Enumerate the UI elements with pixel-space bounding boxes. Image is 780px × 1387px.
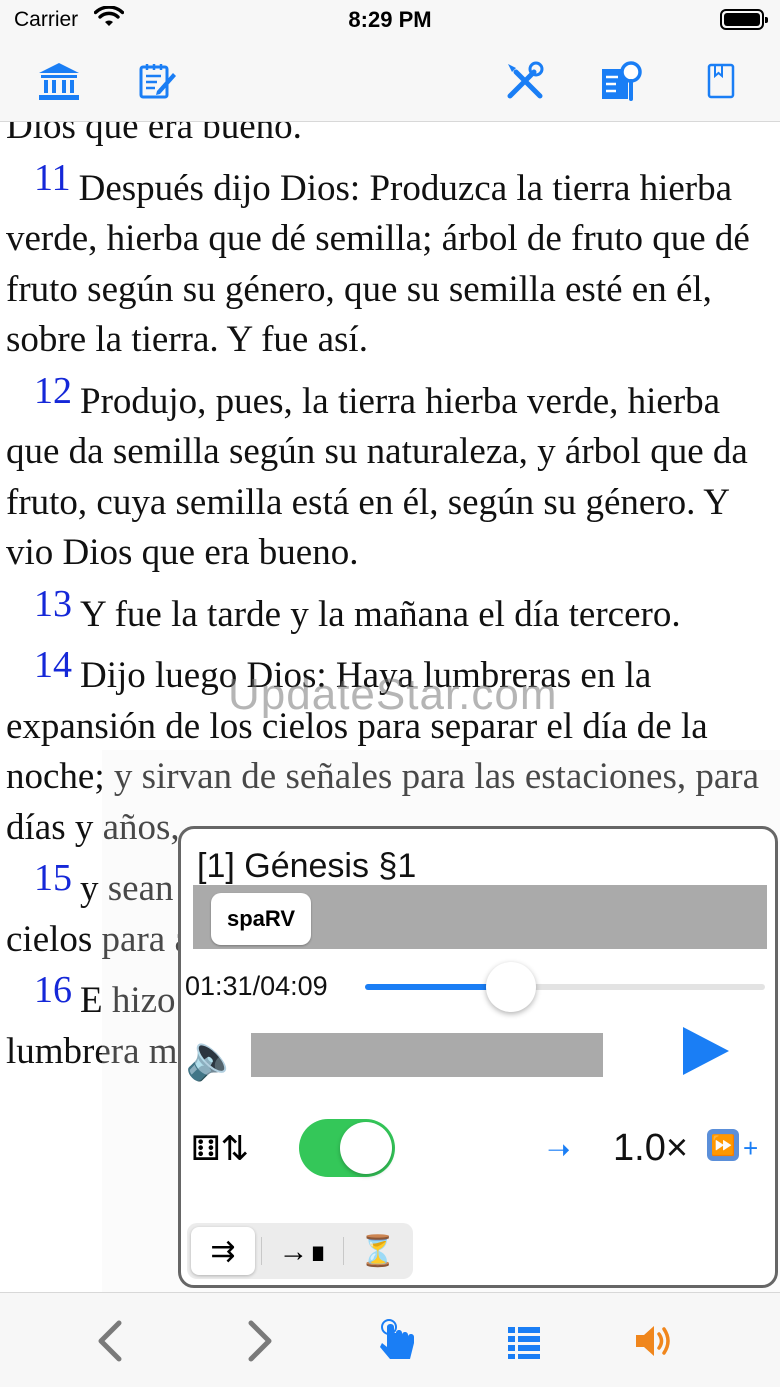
playback-time: 01:31/04:09 bbox=[185, 971, 328, 1001]
segment-divider bbox=[261, 1237, 262, 1265]
top-toolbar bbox=[0, 40, 780, 122]
search-icon[interactable] bbox=[598, 58, 644, 104]
speed-value: 1.0× bbox=[613, 1127, 689, 1169]
verse-number[interactable]: 12 bbox=[34, 370, 72, 412]
verse-item: Dios que era bueno. bbox=[6, 122, 778, 153]
mode-continuous[interactable]: ⇉ bbox=[191, 1227, 255, 1275]
verse-item: 11 Después dijo Dios: Produzca la tierra … bbox=[6, 157, 778, 366]
verse-text: Después dijo Dios: Produzca la tierra hi… bbox=[6, 167, 750, 361]
clock: 8:29 PM bbox=[348, 7, 432, 32]
version-bar: spaRV bbox=[193, 885, 767, 949]
mode-segmented-control: ⇉ →∎ ⏳ bbox=[187, 1223, 413, 1279]
segment-divider bbox=[343, 1237, 344, 1265]
verse-item: 13 Y fue la tarde y la mañana el día terc… bbox=[6, 583, 778, 641]
verse-item: 12 Produjo, pues, la tierra hierba verde,… bbox=[6, 370, 778, 579]
version-button[interactable]: spaRV bbox=[211, 893, 312, 945]
verse-number[interactable]: 14 bbox=[34, 644, 72, 686]
player-title: [1] Génesis §1 bbox=[197, 847, 417, 885]
mode-stop-at-end[interactable]: →∎ bbox=[267, 1227, 339, 1275]
verse-text: Produjo, pues, la tierra hierba verde, h… bbox=[6, 380, 748, 574]
list-icon[interactable] bbox=[502, 1319, 546, 1363]
tap-icon[interactable] bbox=[376, 1319, 420, 1363]
fast-forward-icon[interactable]: ⏩ bbox=[707, 1129, 739, 1161]
speed-up-icon[interactable]: + bbox=[743, 1133, 758, 1164]
watermark: UpdateStar.com bbox=[228, 670, 558, 719]
playback-slider[interactable] bbox=[365, 962, 765, 1012]
verse-number[interactable]: 16 bbox=[34, 969, 72, 1011]
volume-speaker-icon: 🔈 bbox=[185, 1033, 240, 1082]
verse-text: Dios que era bueno. bbox=[6, 122, 302, 147]
verse-number[interactable]: 11 bbox=[34, 157, 71, 199]
bookmark-icon[interactable] bbox=[698, 58, 744, 104]
forward-chevron-icon[interactable] bbox=[238, 1319, 282, 1363]
speaker-icon[interactable] bbox=[632, 1319, 676, 1363]
library-icon[interactable] bbox=[36, 58, 82, 104]
volume-bar[interactable] bbox=[251, 1033, 603, 1077]
verse-number[interactable]: 13 bbox=[34, 583, 72, 625]
autoscroll-toggle[interactable] bbox=[299, 1119, 395, 1177]
slider-thumb[interactable] bbox=[486, 962, 536, 1012]
audio-player-panel: [1] Génesis §1 spaRV 01:31/04:09 🔈 ⚅⇅ ➝ … bbox=[178, 826, 778, 1288]
tools-icon[interactable] bbox=[502, 58, 548, 104]
swap-order-icon: ⚅⇅ bbox=[191, 1130, 250, 1168]
speed-down-icon[interactable]: ➝ bbox=[547, 1133, 570, 1166]
verse-text: Y fue la tarde y la mañana el día tercer… bbox=[80, 593, 681, 635]
back-chevron-icon[interactable] bbox=[88, 1319, 132, 1363]
notes-icon[interactable] bbox=[134, 58, 180, 104]
battery-icon bbox=[720, 9, 768, 30]
mode-timer[interactable]: ⏳ bbox=[347, 1227, 409, 1275]
verse-number[interactable]: 15 bbox=[34, 857, 72, 899]
bottom-toolbar bbox=[0, 1292, 780, 1387]
play-icon[interactable] bbox=[677, 1023, 733, 1084]
status-bar: Carrier 8:29 PM bbox=[0, 0, 780, 40]
